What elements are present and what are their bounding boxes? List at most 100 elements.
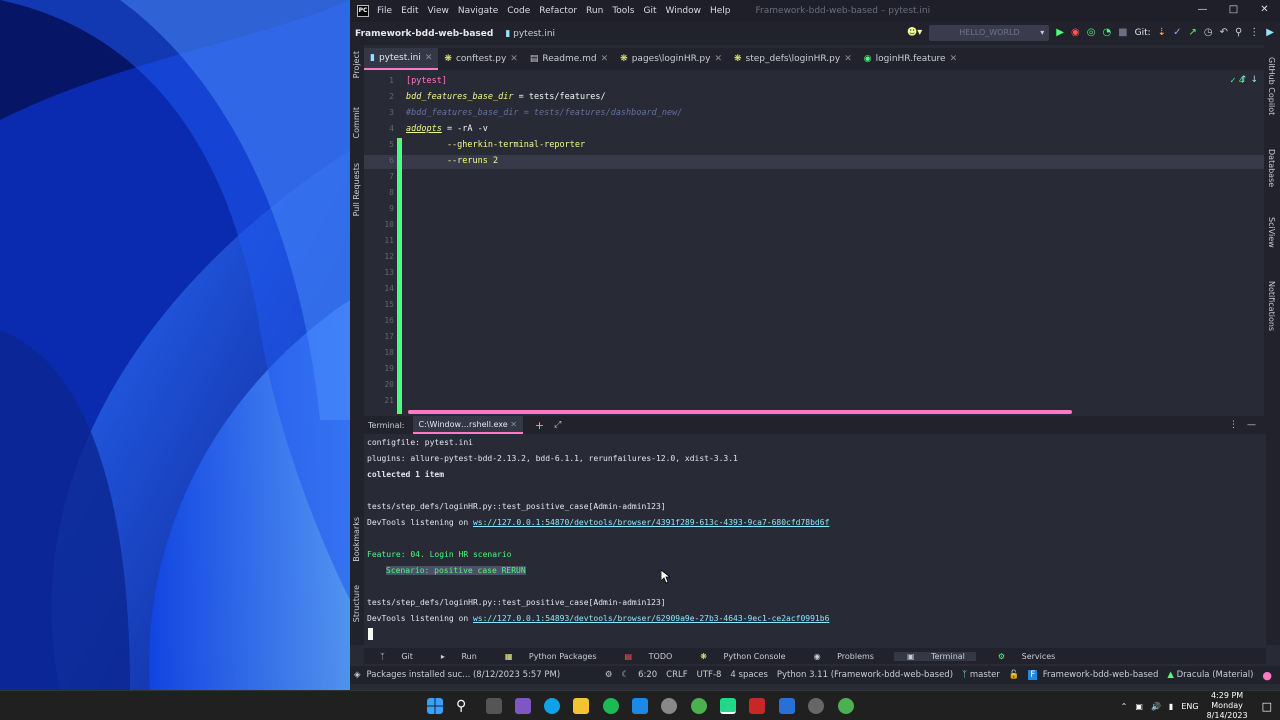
- menu-run[interactable]: Run: [586, 6, 603, 16]
- menu-view[interactable]: View: [428, 6, 449, 16]
- horizontal-scrollbar[interactable]: [408, 410, 1072, 414]
- pycharm-taskbar-icon[interactable]: [720, 698, 736, 714]
- line-separator[interactable]: CRLF: [666, 670, 687, 680]
- minimize-button[interactable]: —: [1187, 0, 1218, 20]
- tab-step-defs-loginhr[interactable]: ❋ step_defs\loginHR.py ✕: [728, 48, 858, 70]
- devtools-link[interactable]: ws://127.0.0.1:54870/devtools/browser/43…: [473, 518, 829, 527]
- file-encoding[interactable]: UTF-8: [697, 670, 722, 680]
- hide-icon[interactable]: —: [1247, 420, 1256, 430]
- notifications-tool-button[interactable]: Notifications: [1267, 281, 1276, 331]
- search-icon[interactable]: ⚲: [1235, 26, 1242, 40]
- power-save-icon[interactable]: ☾: [621, 670, 629, 680]
- close-tab-icon[interactable]: ✕: [844, 54, 852, 64]
- tab-conftest[interactable]: ❋ conftest.py ✕: [438, 48, 523, 70]
- debug-icon[interactable]: ◉: [1071, 26, 1080, 40]
- indent-setting[interactable]: 4 spaces: [730, 670, 767, 680]
- background-tasks-icon[interactable]: ⚙: [605, 670, 613, 680]
- structure-tool-button[interactable]: Structure: [352, 585, 361, 622]
- project-tool-button[interactable]: Project: [352, 51, 361, 78]
- code-editor[interactable]: 1 2 3 4 5 6 7 8 9 10 11 12 13 14 15 16 1…: [364, 72, 1264, 414]
- coverage-icon[interactable]: ◎: [1087, 26, 1096, 40]
- volume-icon[interactable]: 🔊: [1151, 702, 1161, 711]
- widgets-icon[interactable]: [515, 698, 531, 714]
- expand-icon[interactable]: ⤢: [554, 420, 561, 430]
- breadcrumb-file[interactable]: ▮ pytest.ini: [505, 29, 555, 39]
- terminal-tab[interactable]: C:\Window…rshell.exe ✕: [412, 416, 523, 434]
- lock-icon[interactable]: 🔓: [1009, 670, 1020, 680]
- copilot-icon[interactable]: ▶: [1266, 26, 1274, 40]
- task-view-icon[interactable]: [486, 698, 502, 714]
- bookmarks-tool-button[interactable]: Bookmarks: [352, 517, 361, 562]
- breadcrumb-project[interactable]: Framework-bdd-web-based: [355, 29, 493, 39]
- history-icon[interactable]: ◷: [1204, 26, 1213, 40]
- notification-center-icon[interactable]: □: [1262, 700, 1272, 713]
- tool-problems[interactable]: ◉ Problems: [806, 652, 880, 661]
- close-tab-icon[interactable]: ✕: [714, 54, 722, 64]
- settings-app-icon[interactable]: [661, 698, 677, 714]
- chrome-profile-icon[interactable]: [838, 698, 854, 714]
- vscode-icon[interactable]: [632, 698, 648, 714]
- network-icon[interactable]: ▣: [1135, 702, 1143, 711]
- menu-edit[interactable]: Edit: [401, 6, 418, 16]
- menu-tools[interactable]: Tools: [612, 6, 634, 16]
- tab-pytest-ini[interactable]: ▮ pytest.ini ✕: [364, 48, 439, 70]
- git-commit-icon[interactable]: ✓: [1173, 26, 1181, 40]
- menu-navigate[interactable]: Navigate: [458, 6, 498, 16]
- user-icon[interactable]: ☻▾: [907, 26, 922, 40]
- tool-python-console[interactable]: ❋ Python Console: [692, 652, 791, 661]
- tray-overflow-icon[interactable]: ⌃: [1121, 702, 1128, 711]
- menu-file[interactable]: File: [377, 6, 392, 16]
- search-icon[interactable]: ⚲: [456, 698, 472, 714]
- notification-dot-icon[interactable]: ●: [1262, 669, 1272, 682]
- close-tab-icon[interactable]: ✕: [425, 53, 433, 63]
- tab-pages-loginhr[interactable]: ❋ pages\loginHR.py ✕: [614, 48, 728, 70]
- menu-help[interactable]: Help: [710, 6, 731, 16]
- sciview-tool-button[interactable]: SciView: [1267, 217, 1276, 248]
- copilot-tool-button[interactable]: GitHub Copilot: [1267, 57, 1276, 115]
- tab-loginhr-feature[interactable]: ◉ loginHR.feature ✕: [858, 48, 963, 70]
- profile-icon[interactable]: ◔: [1102, 26, 1111, 40]
- stop-icon[interactable]: ■: [1118, 26, 1127, 40]
- close-tab-icon[interactable]: ✕: [510, 54, 518, 64]
- run-configuration-select[interactable]: HELLO_WORLD: [929, 25, 1050, 41]
- run-icon[interactable]: ▶: [1056, 26, 1064, 40]
- remote-desktop-icon[interactable]: [779, 698, 795, 714]
- maximize-button[interactable]: □: [1218, 0, 1249, 20]
- caret-position[interactable]: 6:20: [638, 670, 657, 680]
- tool-git[interactable]: ᛉ Git: [372, 652, 419, 661]
- spotify-icon[interactable]: [603, 698, 619, 714]
- git-tool-icon[interactable]: [749, 698, 765, 714]
- tab-readme[interactable]: ▤ Readme.md ✕: [524, 48, 614, 70]
- chrome-icon[interactable]: [691, 698, 707, 714]
- language-indicator[interactable]: ENG: [1181, 702, 1198, 711]
- git-branch[interactable]: ᛉ master: [962, 670, 1000, 680]
- rollback-icon[interactable]: ↶: [1220, 26, 1228, 40]
- menu-git[interactable]: Git: [643, 6, 656, 16]
- settings-icon[interactable]: ⋮: [1249, 26, 1259, 40]
- pull-requests-tool-button[interactable]: Pull Requests: [352, 163, 361, 216]
- terminal-output[interactable]: configfile: pytest.ini plugins: allure-p…: [364, 434, 1266, 648]
- tool-todo[interactable]: ▤ TODO: [617, 652, 679, 661]
- close-button[interactable]: ✕: [1249, 0, 1280, 20]
- menu-window[interactable]: Window: [666, 6, 702, 16]
- commit-tool-button[interactable]: Commit: [352, 107, 361, 138]
- file-explorer-icon[interactable]: [573, 698, 589, 714]
- devtools-link[interactable]: ws://127.0.0.1:54893/devtools/browser/62…: [473, 614, 829, 623]
- nav-arrows-icon[interactable]: ↑ ↓: [1240, 75, 1258, 85]
- clock[interactable]: 4:29 PM Monday 8/14/2023: [1207, 691, 1248, 720]
- close-tab-icon[interactable]: ✕: [601, 54, 609, 64]
- tool-services[interactable]: ⚙ Services: [990, 652, 1061, 661]
- project-indicator[interactable]: F Framework-bdd-web-based: [1028, 670, 1158, 680]
- theme-indicator[interactable]: ▲ Dracula (Material): [1167, 670, 1253, 680]
- battery-icon[interactable]: ▮: [1169, 702, 1173, 711]
- close-tab-icon[interactable]: ✕: [510, 420, 517, 429]
- windows-start-icon[interactable]: [427, 698, 443, 714]
- status-message[interactable]: Packages installed suc... (8/12/2023 5:5…: [367, 670, 561, 680]
- git-push-icon[interactable]: ↗: [1188, 26, 1196, 40]
- menu-code[interactable]: Code: [507, 6, 530, 16]
- git-update-icon[interactable]: ⇣: [1158, 26, 1166, 40]
- tool-run[interactable]: ▸ Run: [433, 652, 483, 661]
- tool-python-packages[interactable]: ▦ Python Packages: [497, 652, 603, 661]
- edge-browser-icon[interactable]: [544, 698, 560, 714]
- new-terminal-icon[interactable]: +: [535, 419, 544, 432]
